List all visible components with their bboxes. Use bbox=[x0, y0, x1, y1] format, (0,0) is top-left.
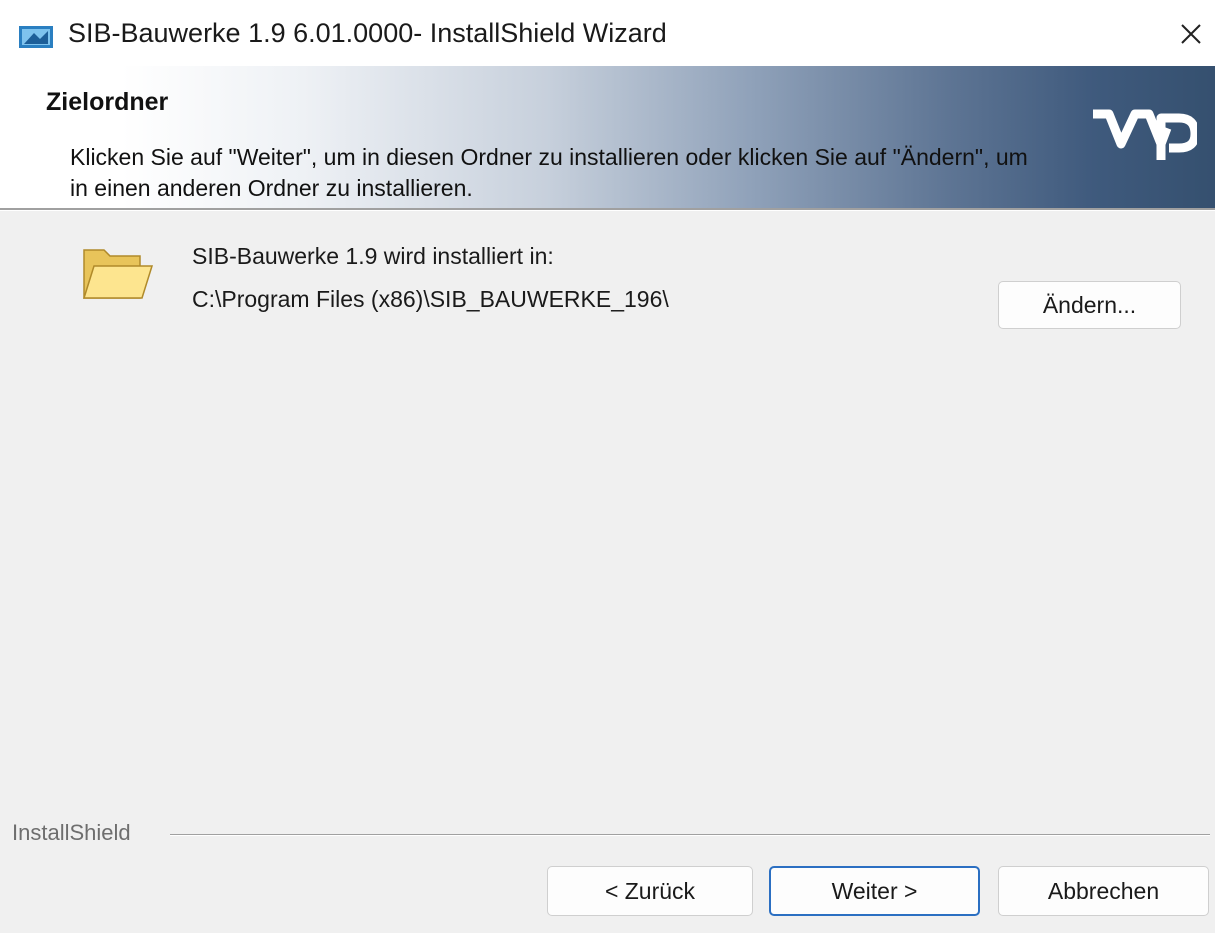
close-button[interactable] bbox=[1167, 10, 1215, 58]
page-description: Klicken Sie auf "Weiter", um in diesen O… bbox=[70, 144, 1028, 201]
close-icon bbox=[1181, 24, 1201, 44]
installshield-brand-label: InstallShield bbox=[12, 820, 139, 846]
banner-divider bbox=[0, 208, 1215, 211]
install-path: C:\Program Files (x86)\SIB_BAUWERKE_196\ bbox=[192, 286, 669, 312]
install-location-label: SIB-Bauwerke 1.9 wird installiert in: bbox=[192, 243, 554, 269]
installer-app-icon bbox=[19, 26, 53, 48]
back-button[interactable]: < Zurück bbox=[547, 866, 753, 916]
header-banner: Zielordner Klicken Sie auf "Weiter", um … bbox=[0, 66, 1215, 208]
folder-icon bbox=[82, 249, 154, 299]
change-folder-button[interactable]: Ändern... bbox=[998, 281, 1181, 329]
title-bar[interactable]: SIB-Bauwerke 1.9 6.01.0000- InstallShiel… bbox=[0, 0, 1215, 66]
installshield-wizard-window: SIB-Bauwerke 1.9 6.01.0000- InstallShiel… bbox=[0, 0, 1215, 933]
cancel-button[interactable]: Abbrechen bbox=[998, 866, 1209, 916]
next-button[interactable]: Weiter > bbox=[769, 866, 980, 916]
wap-logo bbox=[1093, 109, 1197, 160]
footer-divider bbox=[170, 834, 1210, 836]
window-title: SIB-Bauwerke 1.9 6.01.0000- InstallShiel… bbox=[68, 18, 667, 48]
page-title: Zielordner bbox=[46, 88, 169, 116]
